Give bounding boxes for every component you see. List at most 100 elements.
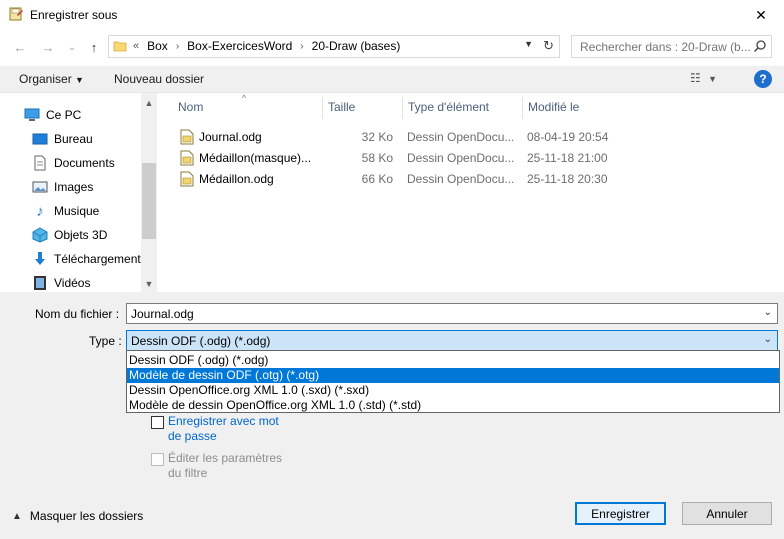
file-size: 32 Ko bbox=[361, 130, 393, 144]
filter-settings-checkbox bbox=[151, 453, 164, 466]
file-type-option-highlighted[interactable]: Modèle de dessin ODF (.otg) (*.otg) bbox=[127, 368, 779, 383]
file-name: Médaillon(masque)... bbox=[199, 151, 312, 165]
column-header-name[interactable]: Nom bbox=[172, 93, 203, 121]
scroll-up-icon[interactable]: ▲ bbox=[141, 95, 157, 111]
type-label: Type : bbox=[89, 334, 122, 348]
cancel-button[interactable]: Annuler bbox=[682, 502, 772, 525]
draw-file-icon bbox=[180, 150, 194, 166]
file-row[interactable]: Journal.odg 32 Ko Dessin OpenDocu... 08-… bbox=[158, 127, 784, 148]
computer-icon bbox=[24, 107, 40, 123]
breadcrumb-item-exercices[interactable]: Box-ExercicesWord bbox=[187, 39, 292, 53]
save-dialog-icon bbox=[8, 6, 24, 22]
sidebar-item-label: Musique bbox=[54, 204, 100, 218]
chevron-down-icon[interactable]: ⌄ bbox=[764, 307, 772, 318]
hide-folders-label: Masquer les dossiers bbox=[29, 509, 144, 523]
file-type: Dessin OpenDocu... bbox=[407, 151, 515, 165]
file-size: 58 Ko bbox=[361, 151, 393, 165]
breadcrumb-separator-icon[interactable]: › bbox=[300, 41, 303, 52]
column-header-size[interactable]: Taille bbox=[322, 93, 355, 121]
breadcrumb-separator-icon[interactable]: › bbox=[176, 41, 179, 52]
scrollbar-thumb[interactable] bbox=[142, 163, 156, 239]
new-folder-button[interactable]: Nouveau dossier bbox=[114, 72, 204, 86]
filename-field[interactable]: ⌄ bbox=[126, 303, 778, 324]
file-type-option[interactable]: Modèle de dessin OpenOffice.org XML 1.0 … bbox=[127, 398, 779, 413]
file-list: ^ Nom Taille Type d'élément Modifié le J… bbox=[158, 93, 784, 292]
sidebar-item-label: Documents bbox=[54, 156, 115, 170]
chevron-up-icon: ▲ bbox=[12, 510, 22, 522]
file-type-option[interactable]: Dessin ODF (.odg) (*.odg) bbox=[127, 353, 779, 368]
file-size: 66 Ko bbox=[361, 172, 393, 186]
file-type: Dessin OpenDocu... bbox=[407, 172, 515, 186]
scroll-down-icon[interactable]: ▼ bbox=[141, 276, 157, 292]
file-modified: 25-11-18 20:30 bbox=[527, 172, 608, 186]
file-row[interactable]: Médaillon.odg 66 Ko Dessin OpenDocu... 2… bbox=[158, 169, 784, 190]
sidebar-item-label: Vidéos bbox=[54, 276, 91, 290]
file-row[interactable]: Médaillon(masque)... 58 Ko Dessin OpenDo… bbox=[158, 148, 784, 169]
hide-folders-toggle[interactable]: ▲ Masquer les dossiers bbox=[12, 509, 143, 523]
search-box[interactable] bbox=[571, 35, 772, 58]
search-icon[interactable] bbox=[753, 39, 767, 53]
navigation-pane: Ce PC Bureau Documents Images ♪ Musique … bbox=[0, 93, 157, 292]
up-arrow-icon[interactable]: ↑ bbox=[84, 38, 104, 56]
filter-label-line2: du filtre bbox=[168, 466, 208, 480]
file-modified: 08-04-19 20:54 bbox=[527, 130, 609, 144]
sidebar-item-label: Images bbox=[54, 180, 94, 194]
file-type-value: Dessin ODF (.odg) (*.odg) bbox=[131, 334, 271, 348]
file-name: Journal.odg bbox=[199, 130, 262, 144]
draw-file-icon bbox=[180, 171, 194, 187]
file-modified: 25-11-18 21:00 bbox=[527, 151, 608, 165]
folder-icon bbox=[113, 39, 127, 53]
save-button[interactable]: Enregistrer bbox=[575, 502, 666, 525]
music-icon: ♪ bbox=[36, 202, 44, 220]
close-button[interactable]: ✕ bbox=[738, 0, 784, 30]
filter-settings-label: Éditer les paramètres du filtre bbox=[168, 451, 282, 481]
chevron-down-icon[interactable]: ⌄ bbox=[764, 334, 772, 345]
documents-icon bbox=[32, 155, 48, 171]
file-type-select[interactable]: Dessin ODF (.odg) (*.odg) ⌄ bbox=[126, 330, 778, 351]
password-checkbox[interactable] bbox=[151, 416, 164, 429]
address-bar[interactable]: « Box › Box-ExercicesWord › 20-Draw (bas… bbox=[108, 35, 560, 58]
sidebar-item-label: Bureau bbox=[54, 132, 93, 146]
sort-ascending-icon: ^ bbox=[242, 93, 247, 103]
chevron-down-icon: ▼ bbox=[75, 75, 84, 85]
3d-objects-icon bbox=[32, 227, 48, 243]
password-checkbox-label[interactable]: Enregistrer avec mot de passe bbox=[168, 414, 279, 444]
file-type: Dessin OpenDocu... bbox=[407, 130, 515, 144]
downloads-icon bbox=[32, 251, 48, 267]
refresh-icon[interactable]: ↻ bbox=[543, 38, 554, 54]
desktop-icon bbox=[32, 131, 48, 147]
videos-icon bbox=[32, 275, 48, 291]
view-options-button[interactable]: ☷ ▼ bbox=[690, 71, 717, 85]
filename-label: Nom du fichier : bbox=[35, 307, 120, 321]
title-bar: Enregistrer sous ✕ bbox=[0, 0, 784, 30]
chevron-down-icon: ▼ bbox=[708, 74, 718, 84]
password-label-line1: Enregistrer avec mot bbox=[168, 414, 279, 428]
back-arrow-icon[interactable]: ← bbox=[10, 38, 30, 56]
sidebar-item-label: Ce PC bbox=[46, 108, 82, 122]
file-type-option[interactable]: Dessin OpenOffice.org XML 1.0 (.sxd) (*.… bbox=[127, 383, 779, 398]
overflow-chevron-icon[interactable]: « bbox=[133, 40, 139, 52]
address-dropdown-icon[interactable]: ▼ bbox=[524, 39, 533, 49]
details-view-icon: ☷ bbox=[690, 71, 701, 85]
navigation-pane-scrollbar[interactable]: ▲ ▼ bbox=[141, 93, 157, 292]
organize-button[interactable]: Organiser ▼ bbox=[19, 72, 84, 86]
breadcrumb-item-box[interactable]: Box bbox=[147, 39, 168, 53]
window-title: Enregistrer sous bbox=[30, 8, 118, 22]
column-header-modified[interactable]: Modifié le bbox=[522, 93, 579, 121]
draw-file-icon bbox=[180, 129, 194, 145]
password-label-line2: de passe bbox=[168, 429, 217, 443]
breadcrumb-item-current[interactable]: 20-Draw (bases) bbox=[312, 39, 401, 53]
column-header-type[interactable]: Type d'élément bbox=[402, 93, 489, 121]
forward-arrow-icon[interactable]: → bbox=[38, 38, 58, 56]
help-button[interactable]: ? bbox=[754, 70, 772, 88]
filter-label-line1: Éditer les paramètres bbox=[168, 451, 283, 465]
file-name: Médaillon.odg bbox=[199, 172, 274, 186]
filename-input[interactable] bbox=[127, 304, 747, 323]
sidebar-item-label: Objets 3D bbox=[54, 228, 108, 242]
search-input[interactable] bbox=[572, 36, 752, 57]
file-type-dropdown-list: Dessin ODF (.odg) (*.odg) Modèle de dess… bbox=[126, 350, 780, 413]
recent-chevron-icon[interactable]: ⌄ bbox=[62, 38, 82, 56]
images-icon bbox=[32, 179, 48, 195]
breadcrumb: « Box › Box-ExercicesWord › 20-Draw (bas… bbox=[133, 39, 400, 53]
sidebar-item-label: Téléchargement bbox=[54, 252, 141, 266]
